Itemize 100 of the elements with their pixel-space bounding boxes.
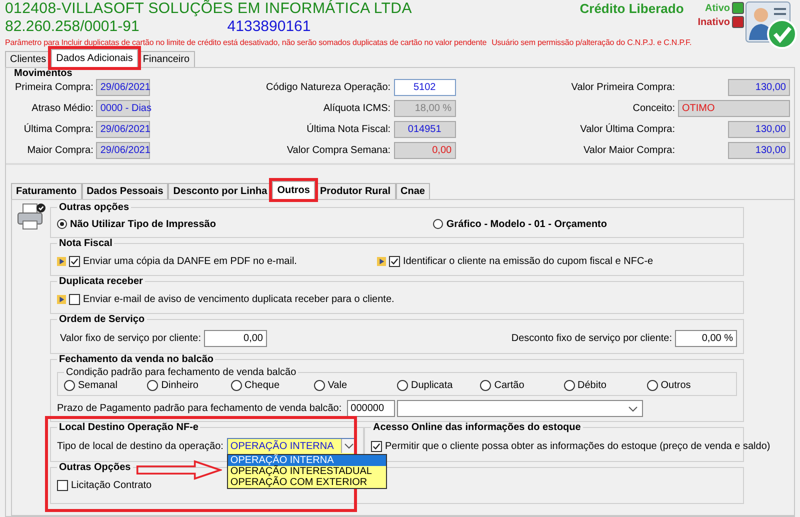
checkbox-label: Identificar o cliente na emissão do cupom fiscal e NFC-e [402, 256, 654, 266]
radio-button[interactable] [57, 219, 67, 229]
group-title: Nota Fiscal [58, 238, 114, 249]
field-label: Valor Compra Semana: [286, 145, 391, 156]
input-field[interactable]: 5102 [394, 79, 456, 96]
radio-button[interactable] [646, 380, 658, 391]
field-label: Última Nota Fiscal: [306, 124, 391, 135]
radio-option[interactable]: Semanal [64, 380, 148, 391]
play-arrow-icon [57, 256, 66, 266]
input-field: 130,00 [728, 79, 790, 96]
radio-option[interactable]: Outros [646, 380, 730, 391]
input-field: 130,00 [728, 121, 790, 138]
radio-option[interactable]: Vale [314, 380, 397, 391]
field-label: Valor Maior Compra: [582, 145, 675, 156]
field-label: Valor Última Compra: [579, 124, 675, 135]
field-label: Tipo de local de destino da operação: [57, 440, 224, 452]
input-field: 29/06/2021 [96, 121, 150, 138]
radio-button[interactable] [147, 380, 158, 391]
option-label: Semanal [78, 380, 118, 391]
radio-button[interactable] [230, 380, 242, 391]
checkbox-label: Enviar uma cópia da DANFE em PDF no e-mail. [83, 256, 297, 266]
group-title: Condição padrão para fechamento de venda balcão [65, 367, 298, 378]
checkbox[interactable] [388, 256, 400, 266]
option-label: Cartão [494, 380, 524, 391]
input-field: 18,00 % [394, 100, 456, 117]
input-field: 130,00 [728, 142, 790, 159]
field-label: Primeira Compra: [15, 82, 94, 93]
group-title: Ordem de Serviço [58, 314, 146, 325]
radio-option[interactable]: Débito [564, 380, 647, 391]
caret-icon [628, 406, 638, 412]
radio-option[interactable]: Cheque [230, 380, 314, 391]
tab[interactable]: Faturamento [11, 183, 82, 199]
input-field: 29/06/2021 [96, 142, 150, 159]
field-label: Alíquota ICMS: [322, 103, 391, 114]
radio-option[interactable]: Dinheiro [147, 380, 230, 391]
dropdown-option[interactable]: OPERAÇÃO INTERNA [228, 454, 386, 466]
dropdown-option[interactable]: OPERAÇÃO COM EXTERIOR [228, 476, 386, 488]
field-label: Maior Compra: [26, 145, 94, 156]
input-field: 0000 - Dias [96, 100, 150, 117]
group-title: Outras Opções [58, 462, 132, 473]
tab[interactable]: Cnae [396, 183, 430, 199]
option-label: Cheque [244, 380, 280, 391]
input-field[interactable]: 0,00 [204, 330, 267, 346]
option-label: Duplicata [411, 380, 453, 391]
warning-message: Usuário sem permissão p/alteração do C.N.P.J. e C.N.P.F. [492, 38, 692, 47]
status-label: Inativo [698, 16, 730, 28]
field-label: Valor Primeira Compra: [571, 82, 675, 93]
field-label: Conceito: [632, 103, 675, 114]
warning-message: Parâmetro para Incluir duplicatas de cartão no limite de crédito está desativado, não serão somados duplicatas de cartão no valor pendente [5, 38, 487, 47]
checkbox[interactable] [69, 256, 80, 266]
tab[interactable]: Outros [272, 181, 315, 199]
option-label: Débito [578, 380, 606, 391]
group-title: Duplicata receber [58, 276, 144, 287]
group-title: Local Destino Operação NF-e [58, 422, 200, 433]
field-label: Código Natureza Operação: [266, 82, 391, 93]
company-name: 012408-VILLASOFT SOLUÇÕES EM INFORMÁTICA LTDA [5, 0, 413, 18]
group-title: Movimentos [14, 68, 72, 79]
radio-button[interactable] [64, 380, 75, 391]
credit-status: Crédito Liberado [580, 1, 684, 16]
user-check-icon[interactable] [744, 0, 800, 52]
field-label: Última Compra: [22, 124, 94, 135]
input-field: 014951 [394, 121, 456, 138]
input-field[interactable]: 0,00 % [675, 330, 737, 346]
tab[interactable]: Dados Pessoais [82, 183, 168, 199]
dropdown-option[interactable]: OPERAÇÃO INTERESTADUAL [228, 466, 386, 476]
input-field: 0,00 [394, 142, 456, 159]
radio-option[interactable]: Cartão [480, 380, 564, 391]
cnpj-number: 82.260.258/0001-91 [5, 18, 140, 35]
input-field: OTIMO [678, 100, 790, 117]
checkbox[interactable] [371, 440, 382, 452]
radio-button[interactable] [397, 380, 408, 391]
checkbox[interactable] [69, 294, 80, 304]
play-arrow-icon [57, 294, 66, 304]
group-title: Acesso Online das informações do estoque [372, 422, 582, 433]
radio-option[interactable]: Duplicata [397, 380, 480, 391]
field-label: Prazo de Pagamento padrão para fechamento de venda balcão: [57, 403, 342, 414]
caret-icon [344, 443, 354, 449]
option-label: Outros [660, 380, 691, 391]
play-arrow-icon [376, 256, 386, 266]
printer-icon [16, 202, 46, 232]
status-label: Ativo [705, 2, 730, 14]
input-field[interactable]: 000000 [346, 400, 395, 417]
tab[interactable]: Dados Adicionais [51, 49, 138, 67]
checkbox[interactable] [57, 480, 68, 490]
field-label: Desconto fixo de serviço por cliente: [511, 332, 672, 344]
field-label: Atraso Médio: [30, 103, 94, 114]
option-label: Vale [328, 380, 348, 391]
checkbox-label: Enviar e-mail de aviso de vencimento duplicata receber para o cliente. [83, 294, 394, 304]
dropdown[interactable] [396, 400, 643, 417]
option-label: Dinheiro [161, 380, 198, 391]
field-label: Valor fixo de serviço por cliente: [60, 332, 201, 344]
group-title: Fechamento da venda no balcão [58, 354, 214, 365]
input-field: 29/06/2021 [96, 79, 150, 96]
radio-button[interactable] [314, 380, 325, 391]
checkbox-label: Licitação Contrato [71, 480, 152, 490]
radio-button[interactable] [480, 380, 492, 391]
radio-button[interactable] [564, 380, 574, 391]
radio-button[interactable] [433, 219, 444, 229]
checkbox-label: Permitir que o cliente possa obter as informações do estoque (preço de venda e saldo) [385, 440, 770, 452]
group-title: Outras opções [58, 202, 130, 213]
